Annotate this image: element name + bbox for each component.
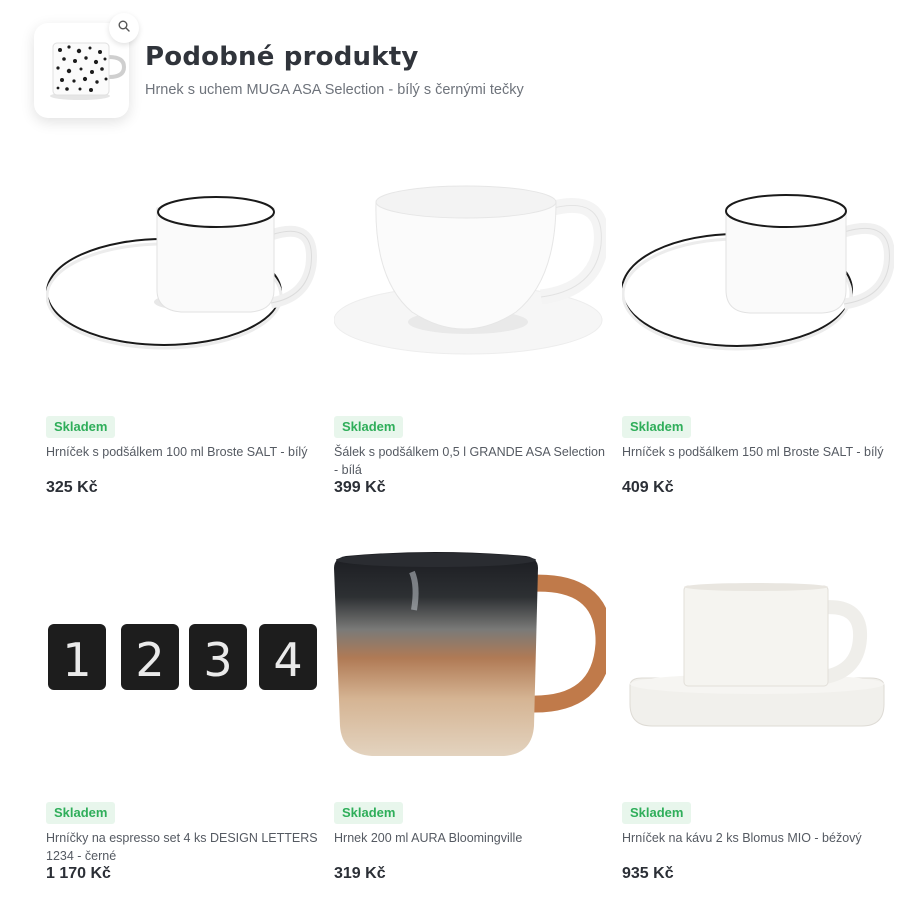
stock-badge: Skladem	[334, 802, 404, 824]
product-card[interactable]: Skladem Hrníček s podšálkem 100 ml Brost…	[45, 150, 318, 496]
zoom-button[interactable]	[109, 13, 139, 43]
product-name[interactable]: Hrníček na kávu 2 ks Blomus MIO - béžový	[622, 829, 894, 847]
digit-label: 3	[203, 633, 232, 687]
search-icon	[118, 19, 130, 37]
product-image[interactable]: 1 2 3 4	[46, 536, 318, 791]
product-price: 325 Kč	[46, 479, 98, 496]
digit-label: 1	[62, 633, 91, 687]
product-card[interactable]: Skladem Hrníček s podšálkem 150 ml Brost…	[621, 150, 895, 496]
product-card[interactable]: Skladem Hrnek 200 ml AURA Bloomingville …	[334, 536, 613, 882]
stock-badge: Skladem	[334, 416, 404, 438]
digit-label: 4	[273, 633, 302, 687]
stock-badge: Skladem	[622, 416, 692, 438]
product-card[interactable]: Skladem Šálek s podšálkem 0,5 l GRANDE A…	[333, 150, 609, 496]
product-price: 1 170 Kč	[46, 865, 111, 882]
product-image[interactable]	[621, 150, 895, 405]
product-name[interactable]: Hrníček s podšálkem 150 ml Broste SALT -…	[622, 443, 894, 461]
stock-badge: Skladem	[46, 802, 116, 824]
product-card[interactable]: 1 2 3 4 Skladem Hrníčky na espresso set …	[46, 536, 318, 882]
page-title: Podobné produkty	[145, 42, 419, 72]
product-image[interactable]	[333, 150, 609, 405]
product-name[interactable]: Šálek s podšálkem 0,5 l GRANDE ASA Selec…	[334, 443, 606, 479]
product-price: 409 Kč	[622, 479, 674, 496]
product-image[interactable]	[45, 150, 318, 405]
product-card[interactable]: Skladem Hrníček na kávu 2 ks Blomus MIO …	[622, 536, 894, 882]
product-image[interactable]	[622, 536, 894, 791]
similar-products-header: Podobné produkty Hrnek s uchem MUGA ASA …	[0, 0, 922, 140]
stock-badge: Skladem	[622, 802, 692, 824]
product-name[interactable]: Hrníčky na espresso set 4 ks DESIGN LETT…	[46, 829, 318, 865]
product-name[interactable]: Hrnek 200 ml AURA Bloomingville	[334, 829, 606, 847]
product-price: 935 Kč	[622, 865, 674, 882]
product-price: 319 Kč	[334, 865, 386, 882]
product-name[interactable]: Hrníček s podšálkem 100 ml Broste SALT -…	[46, 443, 318, 461]
digit-label: 2	[135, 633, 164, 687]
product-price: 399 Kč	[334, 479, 386, 496]
product-image[interactable]	[334, 536, 613, 791]
stock-badge: Skladem	[46, 416, 116, 438]
reference-product-name: Hrnek s uchem MUGA ASA Selection - bílý …	[145, 82, 524, 98]
